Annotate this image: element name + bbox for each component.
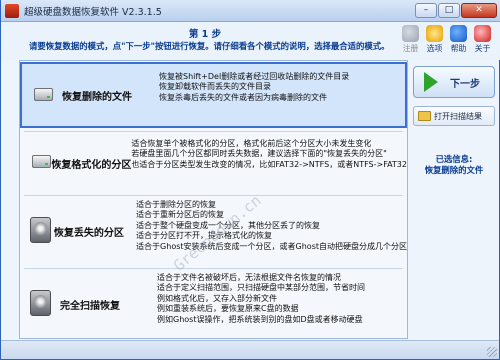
next-step-button[interactable]: 下一步: [413, 66, 495, 98]
arrow-right-icon: [424, 72, 438, 92]
app-logo-icon: [5, 3, 19, 18]
step-instruction: 请要恢复数据的模式，点"下一步"按钮进行恢复。请仔细看各个模式的说明，选择最合适…: [29, 41, 390, 51]
mode-desc-line: 恢复被Shift+Del删除或者经过回收站删除的文件目录: [159, 72, 350, 81]
register-icon: [402, 25, 419, 42]
open-scan-results-label: 打开扫描结果: [434, 111, 482, 121]
mode-recover-formatted-partition[interactable]: 恢复格式化的分区 适合恢复单个被格式化的分区，格式化前后这个分区大小未发生变化 …: [20, 133, 407, 193]
mode-desc-line: 适合于定义扫描范围，只扫描硬盘中某部分范围，节省时间: [157, 283, 365, 293]
options-label: 选项: [426, 44, 443, 53]
help-icon: [450, 25, 467, 42]
toolbar: 注册 选项 帮助 关于: [400, 25, 493, 54]
mode-desc-line: 例如格式化后，又存入部分新文件: [157, 293, 277, 303]
help-button[interactable]: 帮助: [448, 25, 469, 54]
divider: [24, 131, 403, 132]
help-label: 帮助: [450, 44, 467, 53]
drive-icon: [34, 88, 53, 101]
mode-desc-line: 恢复杀毒后丢失的文件或者因为病毒删除的文件: [159, 92, 327, 102]
mode-desc-line: 若硬盘里面几个分区都同时丢失数据，建议选择下面的"恢复丢失的分区": [131, 149, 387, 159]
options-icon: [426, 25, 443, 42]
mode-desc-line: 适合于分区打不开，提示格式化的恢复: [136, 231, 273, 241]
mode-desc-line: 恢复卸载软件而丢失的文件目录: [159, 82, 271, 92]
mode-name: 完全扫描恢复: [60, 300, 120, 312]
disk-icon: [30, 217, 51, 243]
disk-icon: [30, 290, 51, 316]
close-window-button[interactable]: ✕: [461, 3, 497, 18]
open-scan-results-button[interactable]: 打开扫描结果: [413, 106, 495, 126]
about-icon: [474, 25, 491, 42]
mode-description: 恢复被Shift+Del删除或者经过回收站删除的文件目录 恢复卸载软件而丢失的文…: [159, 64, 405, 126]
mode-name: 恢复格式化的分区: [51, 159, 132, 171]
mode-desc-line: 适合于删除分区的恢复: [136, 200, 217, 209]
divider: [24, 268, 403, 269]
mode-recover-deleted-files[interactable]: 恢复删除的文件 恢复被Shift+Del删除或者经过回收站删除的文件目录 恢复卸…: [20, 62, 407, 128]
register-button[interactable]: 注册: [400, 25, 421, 54]
step-title: 第 1 步: [188, 29, 222, 40]
mode-desc-line: 例如Ghost误操作，把系统装到别的盘如D盘或者移动硬盘: [157, 314, 363, 324]
action-sidebar: 下一步 打开扫描结果 已选信息: 恢复删除的文件: [411, 60, 499, 339]
divider: [24, 195, 403, 196]
about-button[interactable]: 关于: [472, 25, 493, 54]
drive-icon: [32, 155, 51, 168]
register-label: 注册: [402, 44, 419, 53]
options-button[interactable]: 选项: [424, 25, 445, 54]
mode-desc-line: 适合于整个硬盘变成一个分区，其他分区丢了的恢复: [136, 220, 321, 230]
resize-grip-icon[interactable]: [487, 347, 497, 357]
next-step-label: 下一步: [450, 78, 480, 90]
mode-desc-line: 也适合于分区类型发生改变的情况，比如FAT32->NTFS，或者NTFS->FA…: [131, 159, 407, 169]
mode-desc-line: 适合于重新分区后的恢复: [136, 210, 225, 220]
window-title: 超级硬盘数据恢复软件 V2.3.1.5: [24, 6, 162, 18]
app-window: 超级硬盘数据恢复软件 V2.3.1.5 – □ ✕ 第 1 步 请要恢复数据的模…: [0, 0, 500, 360]
maximize-button[interactable]: □: [438, 3, 460, 18]
folder-icon: [418, 111, 431, 121]
selected-info-label: 已选信息:: [435, 154, 473, 164]
selected-info: 已选信息: 恢复删除的文件: [411, 154, 497, 176]
recovery-mode-list: 恢复删除的文件 恢复被Shift+Del删除或者经过回收站删除的文件目录 恢复卸…: [19, 60, 408, 339]
status-bar: [1, 340, 499, 359]
window-controls: – □ ✕: [415, 3, 497, 18]
mode-desc-line: 适合于Ghost安装系统后变成一个分区，或者Ghost自动把硬盘分成几个分区: [136, 241, 407, 251]
about-label: 关于: [474, 44, 491, 53]
mode-description: 适合于文件名被破坏后，无法根据文件名恢复的情况 适合于定义扫描范围，只扫描硬盘中…: [157, 270, 407, 338]
mode-desc-line: 适合恢复单个被格式化的分区，格式化前后这个分区大小未发生变化: [131, 139, 372, 148]
mode-full-scan-recovery[interactable]: 完全扫描恢复 适合于文件名被破坏后，无法根据文件名恢复的情况 适合于定义扫描范围…: [20, 270, 407, 338]
selected-info-value: 恢复删除的文件: [424, 165, 484, 175]
mode-desc-line: 例如重装系统后，要恢复原来C盘的数据: [157, 304, 299, 314]
mode-description: 适合恢复单个被格式化的分区，格式化前后这个分区大小未发生变化 若硬盘里面几个分区…: [131, 133, 407, 193]
mode-desc-line: 适合于文件名被破坏后，无法根据文件名恢复的情况: [157, 273, 341, 282]
title-bar[interactable]: 超级硬盘数据恢复软件 V2.3.1.5 – □ ✕: [1, 0, 500, 22]
mode-name: 恢复丢失的分区: [53, 227, 124, 239]
minimize-button[interactable]: –: [415, 3, 437, 18]
mode-name: 恢复删除的文件: [62, 91, 132, 103]
